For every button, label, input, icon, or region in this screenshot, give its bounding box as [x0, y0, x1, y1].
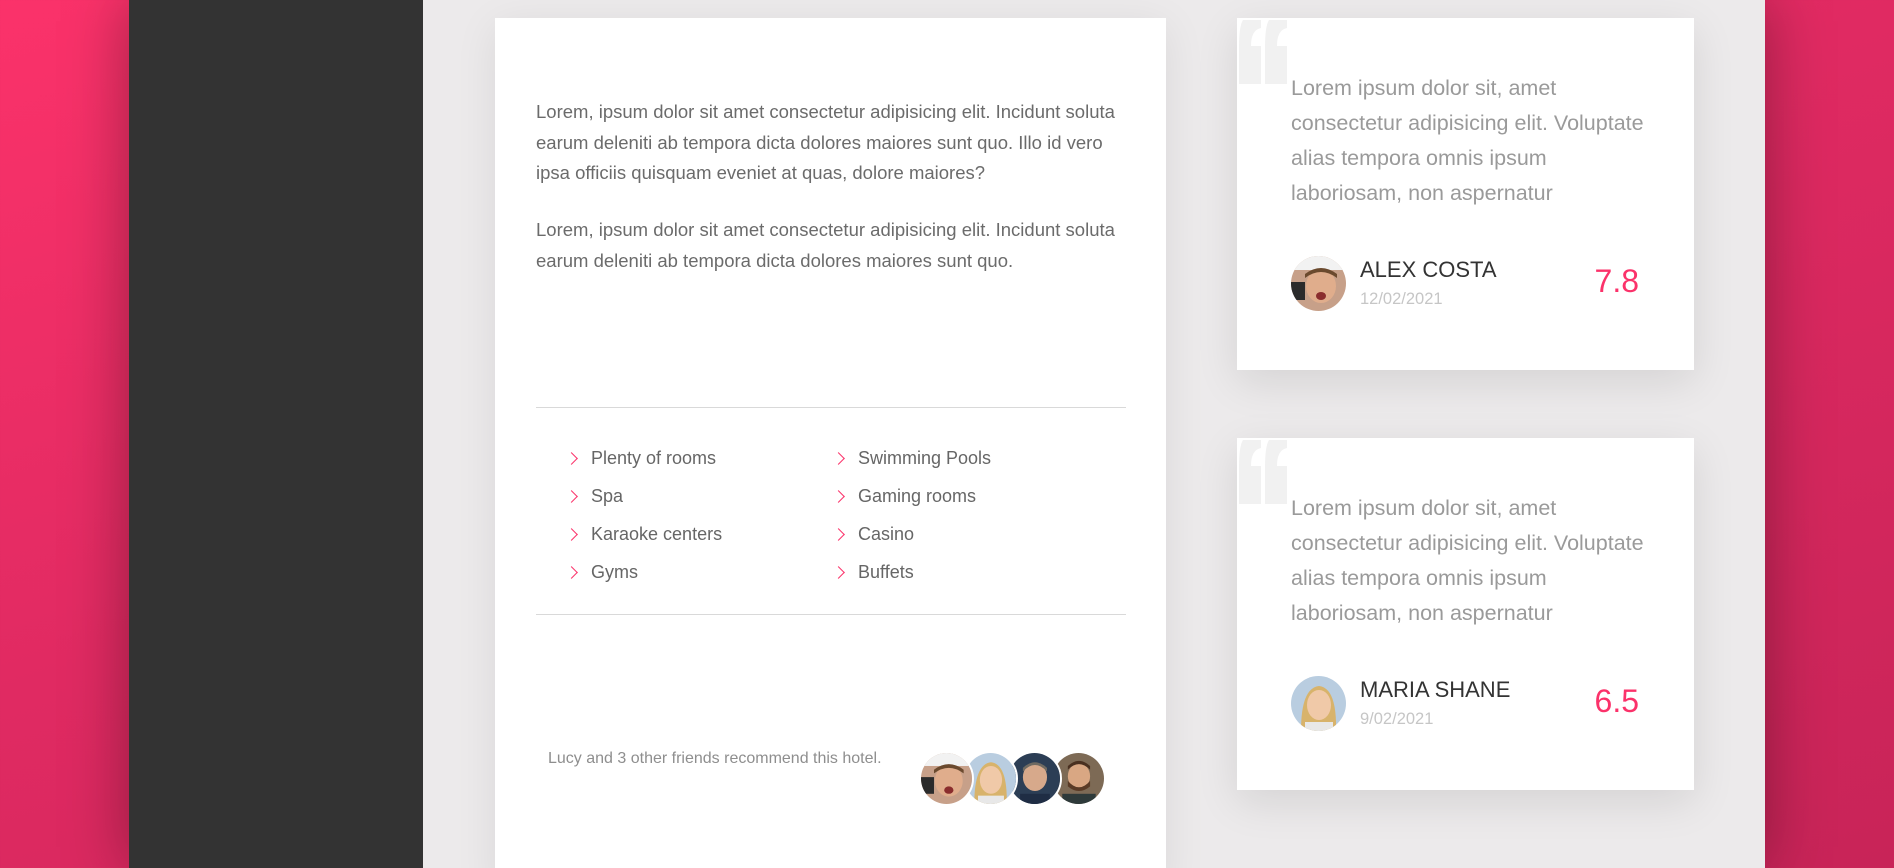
- review-card: Lorem ipsum dolor sit, amet consectetur …: [1237, 18, 1694, 370]
- review-score: 7.8: [1594, 263, 1639, 299]
- recommend-text: Lucy and 3 other friends recommend this …: [548, 750, 882, 767]
- amenity-item: Casino: [832, 523, 914, 545]
- amenity-label: Spa: [591, 486, 624, 506]
- divider-top: [536, 407, 1126, 408]
- description-paragraph-1: Lorem, ipsum dolor sit amet consectetur …: [536, 101, 1115, 183]
- amenity-item: Gaming rooms: [832, 485, 976, 507]
- chevron-right-icon: [565, 527, 578, 541]
- review-text: Lorem ipsum dolor sit, amet consectetur …: [1291, 76, 1644, 205]
- chevron-right-icon: [565, 565, 578, 579]
- avatar: [1291, 676, 1346, 731]
- review-score: 6.5: [1594, 683, 1639, 719]
- amenity-item: Plenty of rooms: [565, 447, 716, 469]
- chevron-right-icon: [832, 451, 845, 465]
- friend-avatar[interactable]: [919, 751, 974, 806]
- amenity-label: Buffets: [858, 562, 914, 582]
- quote-icon: [1239, 20, 1287, 84]
- amenity-item: Swimming Pools: [832, 447, 991, 469]
- reviewer-name: ALEX COSTA: [1360, 257, 1497, 282]
- chevron-right-icon: [832, 489, 845, 503]
- avatar: [1291, 256, 1346, 311]
- chevron-right-icon: [565, 451, 578, 465]
- description-paragraph-2: Lorem, ipsum dolor sit amet consectetur …: [536, 219, 1115, 271]
- amenity-label: Casino: [858, 524, 915, 544]
- chevron-right-icon: [832, 565, 845, 579]
- amenity-label: Swimming Pools: [858, 448, 992, 468]
- amenity-label: Plenty of rooms: [591, 448, 717, 468]
- chevron-right-icon: [832, 527, 845, 541]
- hotel-details-card: Lorem, ipsum dolor sit amet consectetur …: [495, 18, 1166, 868]
- amenity-label: Gyms: [591, 562, 638, 582]
- sidebar: [129, 0, 423, 868]
- amenity-label: Gaming rooms: [858, 486, 977, 506]
- review-card: Lorem ipsum dolor sit, amet consectetur …: [1237, 438, 1694, 790]
- chevron-right-icon: [565, 489, 578, 503]
- divider-bottom: [536, 614, 1126, 615]
- review-date: 12/02/2021: [1360, 290, 1443, 308]
- review-text: Lorem ipsum dolor sit, amet consectetur …: [1291, 496, 1644, 625]
- quote-icon: [1239, 440, 1287, 504]
- amenity-item: Karaoke centers: [565, 523, 722, 545]
- amenity-item: Buffets: [832, 561, 914, 583]
- reviewer-name: MARIA SHANE: [1360, 677, 1511, 702]
- amenity-item: Gyms: [565, 561, 638, 583]
- amenity-label: Karaoke centers: [591, 524, 723, 544]
- amenity-item: Spa: [565, 485, 623, 507]
- review-date: 9/02/2021: [1360, 710, 1434, 728]
